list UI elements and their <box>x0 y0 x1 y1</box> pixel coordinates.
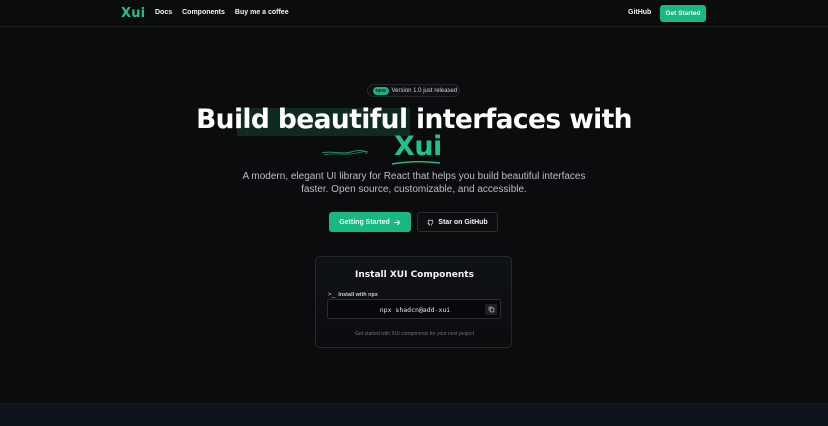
next-section-band <box>0 403 828 426</box>
nav-link-github[interactable]: GitHub <box>628 9 651 16</box>
arrow-right-icon <box>393 219 400 225</box>
install-command[interactable]: npx shadcn@add-xui <box>328 306 502 314</box>
star-on-github-button[interactable]: Star on GitHub <box>417 212 498 232</box>
scribble-decoration <box>321 149 369 156</box>
getting-started-label: Getting Started <box>339 218 390 226</box>
github-icon <box>427 219 434 226</box>
hero-subtitle: A modern, elegant UI library for React t… <box>0 171 828 196</box>
install-footnote: Get started with XUI components for your… <box>355 331 474 337</box>
top-navbar: Xui Docs Components Buy me a coffee GitH… <box>0 0 828 27</box>
nav-link-docs[interactable]: Docs <box>155 9 172 16</box>
getting-started-button[interactable]: Getting Started <box>329 212 411 232</box>
install-command-box[interactable]: npx shadcn@add-xui <box>327 299 501 319</box>
nav-links: Docs Components Buy me a coffee <box>155 9 289 16</box>
hero-subtitle-line-2: faster. Open source, customizable, and a… <box>301 183 527 195</box>
new-tag: NEW <box>373 86 389 95</box>
hero-title-brand: Xui <box>394 131 442 162</box>
copy-button[interactable] <box>485 304 497 315</box>
star-on-github-label: Star on GitHub <box>438 218 488 226</box>
copy-icon <box>488 306 494 313</box>
install-card-title: Install XUI Components <box>355 270 474 280</box>
brand-underline <box>391 161 441 165</box>
nav-link-buy-me-a-coffee[interactable]: Buy me a coffee <box>235 9 289 16</box>
nav-link-components[interactable]: Components <box>182 9 225 16</box>
install-label-text: Install with npx <box>338 291 378 298</box>
logo[interactable]: Xui <box>121 6 145 21</box>
get-started-button[interactable]: Get Started <box>660 5 706 22</box>
install-card: Install XUI Components >_ Install with n… <box>315 256 512 348</box>
hero-subtitle-line-1: A modern, elegant UI library for React t… <box>242 171 586 182</box>
release-badge[interactable]: NEW Version 1.0 just released <box>367 84 460 97</box>
install-label: >_ Install with npx <box>328 291 378 298</box>
terminal-icon: >_ <box>328 291 336 298</box>
release-badge-text: Version 1.0 just released <box>391 87 458 94</box>
